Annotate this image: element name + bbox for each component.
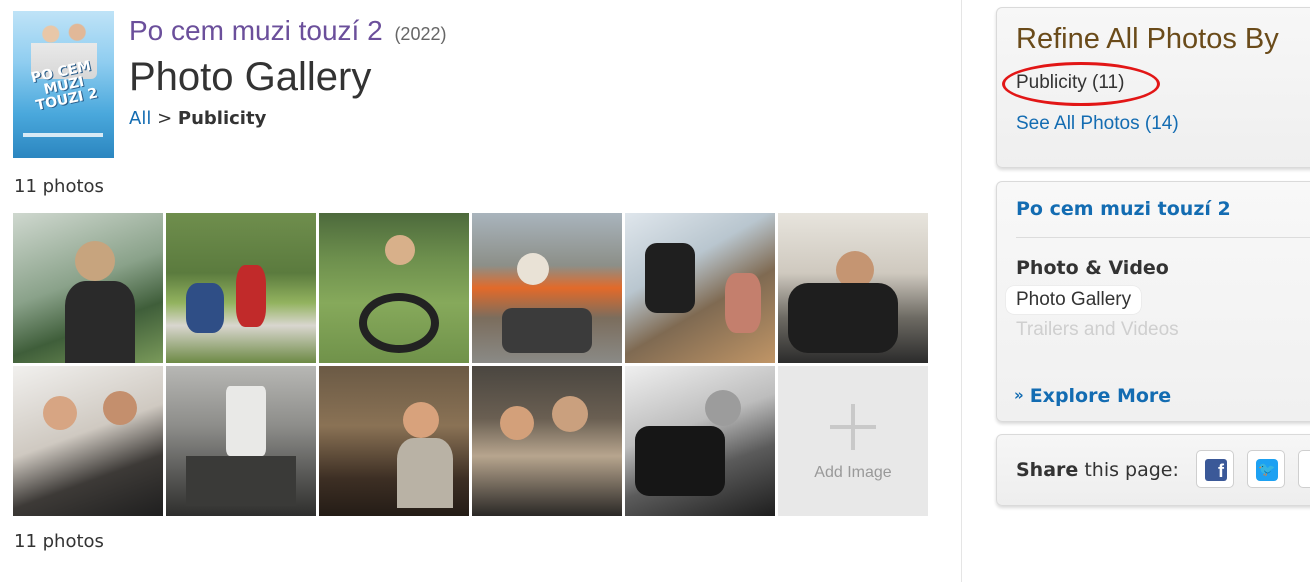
breadcrumb-all-link[interactable]: All <box>129 108 151 129</box>
breadcrumb: All > Publicity <box>129 108 266 129</box>
photo-thumbnail-8[interactable] <box>166 366 316 516</box>
photo-thumbnail-4[interactable] <box>472 213 622 363</box>
photo-thumbnail-3[interactable] <box>319 213 469 363</box>
share-link-button[interactable]: 🔗 <box>1298 450 1310 488</box>
breadcrumb-separator: > <box>157 108 173 129</box>
share-twitter-button[interactable]: 🐦 <box>1247 450 1285 488</box>
movie-year: (2022) <box>394 24 447 44</box>
photo-thumbnail-5[interactable] <box>625 213 775 363</box>
photo-thumbnail-1[interactable] <box>13 213 163 363</box>
photo-thumbnail-6[interactable] <box>778 213 928 363</box>
photo-thumbnail-11[interactable] <box>625 366 775 516</box>
see-all-photos-link[interactable]: See All Photos (14) <box>1016 113 1179 135</box>
photo-thumbnail-9[interactable] <box>319 366 469 516</box>
facebook-icon: f <box>1205 459 1227 481</box>
nav-divider <box>1016 237 1310 238</box>
nav-item-trailers-videos[interactable]: Trailers and Videos <box>1016 319 1179 341</box>
photo-thumbnail-7[interactable] <box>13 366 163 516</box>
add-image-button[interactable]: Add Image <box>778 366 928 516</box>
photo-thumbnail-2[interactable] <box>166 213 316 363</box>
explore-more-label: Explore More <box>1029 385 1172 407</box>
double-chevron-down-icon: » <box>1014 386 1024 404</box>
nav-item-photo-gallery[interactable]: Photo Gallery <box>1006 286 1142 314</box>
share-panel: Share this page: f 🐦 🔗 <box>996 434 1310 506</box>
explore-more-button[interactable]: » Explore More <box>1014 385 1171 407</box>
refine-title: Refine All Photos By <box>1016 23 1279 55</box>
photo-count-top: 11 photos <box>14 176 104 197</box>
breadcrumb-current: Publicity <box>177 108 267 129</box>
share-label-rest: this page: <box>1078 459 1179 481</box>
nav-movie-title-link[interactable]: Po cem muzi touzí 2 <box>1016 198 1231 220</box>
share-label-bold: Share <box>1016 459 1079 481</box>
page-title: Photo Gallery <box>129 55 372 99</box>
share-label: Share this page: <box>1016 459 1179 481</box>
movie-poster[interactable]: PO CEM MUZI TOUZI 2 <box>13 11 114 158</box>
movie-nav-panel: Po cem muzi touzí 2 Photo & Video Photo … <box>996 181 1310 422</box>
poster-footer-strip <box>23 133 103 137</box>
add-image-label: Add Image <box>814 464 892 481</box>
photo-grid: Add Image <box>13 213 929 516</box>
photo-thumbnail-10[interactable] <box>472 366 622 516</box>
share-facebook-button[interactable]: f <box>1196 450 1234 488</box>
nav-section-heading: Photo & Video <box>1016 257 1169 279</box>
annotation-highlight-circle <box>1002 62 1160 106</box>
movie-title[interactable]: Po cem muzi touzí 2 <box>129 15 383 46</box>
twitter-icon: 🐦 <box>1256 459 1278 481</box>
photo-count-bottom: 11 photos <box>14 531 104 552</box>
column-divider <box>961 0 962 582</box>
plus-icon <box>830 404 876 450</box>
movie-title-link[interactable]: Po cem muzi touzí 2 (2022) <box>129 15 446 47</box>
